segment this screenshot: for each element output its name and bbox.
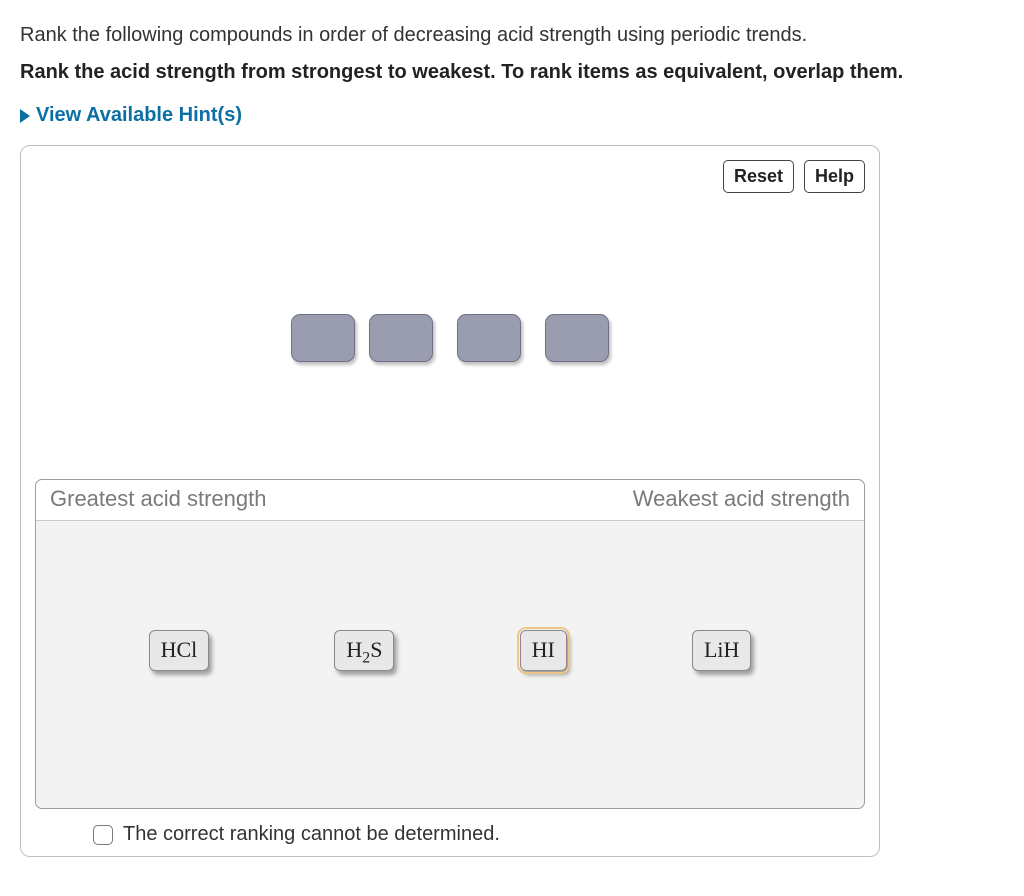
token-row: HCl H2S HI LiH: [36, 630, 864, 671]
rank-slot[interactable]: [369, 314, 433, 362]
view-hints-label: View Available Hint(s): [36, 104, 242, 127]
compound-token-lih[interactable]: LiH: [692, 630, 751, 671]
intro-text: Rank the following compounds in order of…: [20, 22, 1004, 49]
ranking-drop-zone[interactable]: Greatest acid strength Weakest acid stre…: [35, 479, 865, 809]
rank-slot[interactable]: [545, 314, 609, 362]
rank-slot[interactable]: [291, 314, 355, 362]
staging-area[interactable]: [35, 199, 865, 479]
reset-button[interactable]: Reset: [723, 160, 794, 193]
zone-left-label: Greatest acid strength: [50, 486, 266, 512]
zone-right-label: Weakest acid strength: [633, 486, 850, 512]
cannot-determine-row[interactable]: The correct ranking cannot be determined…: [93, 823, 865, 846]
caret-right-icon: [20, 109, 30, 123]
compound-token-hcl[interactable]: HCl: [149, 630, 210, 671]
compound-token-h2s[interactable]: H2S: [334, 630, 394, 671]
compound-token-hi[interactable]: HI: [520, 630, 567, 671]
rank-slot[interactable]: [457, 314, 521, 362]
ranking-panel: Reset Help Greatest acid strength Weakes…: [20, 145, 880, 857]
instruction-text: Rank the acid strength from strongest to…: [20, 59, 1004, 86]
checkbox-icon[interactable]: [93, 825, 113, 845]
zone-header: Greatest acid strength Weakest acid stre…: [36, 480, 864, 521]
cannot-determine-label: The correct ranking cannot be determined…: [123, 823, 500, 846]
slot-row: [35, 314, 865, 362]
help-button[interactable]: Help: [804, 160, 865, 193]
panel-toolbar: Reset Help: [35, 160, 865, 193]
view-hints-toggle[interactable]: View Available Hint(s): [20, 104, 242, 127]
